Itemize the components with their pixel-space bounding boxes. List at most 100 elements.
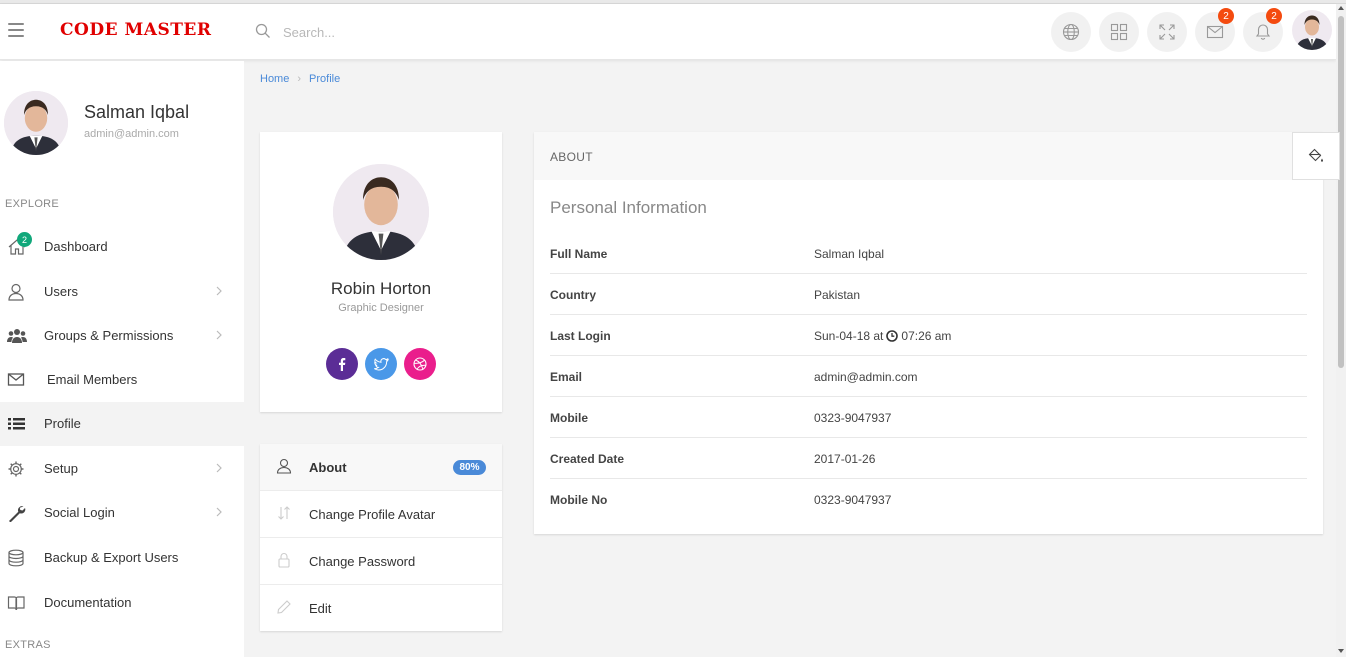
sidebar-item-dashboard[interactable]: 2 Dashboard [0,225,244,269]
twitter-icon [373,357,389,371]
fullscreen-button[interactable] [1147,12,1187,52]
last-login-time: 07:26 am [901,329,952,343]
info-row-email: Email admin@admin.com [550,356,1307,397]
facebook-button[interactable] [326,348,358,380]
dribbble-icon [413,357,427,371]
theme-customizer-button[interactable] [1292,132,1340,180]
sidebar-item-label: Email Members [47,372,138,387]
sidebar-item-label: Dashboard [44,239,108,254]
wrench-icon [9,506,26,522]
info-row-created-date: Created Date 2017-01-26 [550,438,1307,479]
sidebar-item-label: Setup [44,461,78,476]
breadcrumb-current[interactable]: Profile [309,73,340,85]
sidebar-item-email-members[interactable]: Email Members [0,358,244,402]
menu-item-about[interactable]: About 80% [260,444,502,491]
chevron-right-icon [216,286,222,296]
sidebar-user-email: admin@admin.com [84,128,179,140]
breadcrumb-home[interactable]: Home [260,73,289,85]
section-explore: EXPLORE [5,198,60,210]
messages-button[interactable]: 2 [1195,8,1235,52]
top-header: CODE MASTER 2 2 [0,4,1336,60]
apps-button[interactable] [1099,12,1139,52]
users-icon [7,329,27,343]
chevron-right-icon [216,507,222,517]
sidebar-item-backup-export[interactable]: Backup & Export Users [0,536,244,580]
lock-icon [278,553,290,568]
info-label: Last Login [550,329,611,343]
section-extras: EXTRAS [5,639,51,651]
mail-badge: 2 [1218,8,1234,24]
menu-item-change-password[interactable]: Change Password [260,538,502,585]
dashboard-badge: 2 [17,232,32,247]
info-value: 0323-9047937 [814,411,892,425]
info-value: Pakistan [814,288,861,302]
user-icon [276,458,292,474]
info-value: 2017-01-26 [814,452,876,466]
profile-role: Graphic Designer [338,302,424,314]
sidebar-item-label: Users [44,284,78,299]
last-login-date: Sun-04-18 at [814,329,884,343]
info-value: Salman Iqbal [814,247,885,261]
user-icon [8,283,24,301]
globe-icon [1062,23,1080,41]
hamburger-menu-icon[interactable] [8,23,24,37]
sidebar-user-avatar[interactable] [4,91,68,155]
sidebar-item-label: Groups & Permissions [44,328,174,343]
profile-completion-badge: 80% [453,460,486,475]
search-input[interactable] [283,20,543,44]
envelope-icon [7,373,25,386]
sidebar: Salman Iqbal admin@admin.com EXPLORE 2 D… [0,61,244,657]
chevron-right-icon [216,330,222,340]
fullscreen-icon [1159,24,1175,40]
info-row-mobile: Mobile 0323-9047937 [550,397,1307,438]
breadcrumb-separator: › [297,73,302,85]
sidebar-item-profile[interactable]: Profile [0,402,244,446]
sidebar-item-label: Social Login [44,505,115,520]
book-icon [7,596,25,611]
breadcrumb: Home › Profile [260,73,340,85]
page-scrollbar[interactable] [1336,4,1346,657]
menu-item-change-avatar[interactable]: Change Profile Avatar [260,491,502,538]
profile-card: Robin Horton Graphic Designer [260,132,502,412]
dribbble-button[interactable] [404,348,436,380]
mail-icon [1206,25,1224,39]
list-icon [8,418,25,430]
sidebar-user-name: Salman Iqbal [84,102,190,122]
info-label: Mobile No [550,493,608,507]
language-button[interactable] [1051,12,1091,52]
gear-icon [8,461,24,477]
info-label: Country [550,288,596,302]
about-title: ABOUT [550,150,593,164]
info-value: 0323-9047937 [814,493,892,507]
menu-item-label: Change Password [309,554,416,569]
chevron-right-icon [216,463,222,473]
pencil-icon [277,600,291,614]
menu-item-edit[interactable]: Edit [260,585,502,632]
info-row-last-login: Last Login Sun-04-18 at 07:26 am [550,315,1307,356]
sidebar-item-documentation[interactable]: Documentation [0,581,244,625]
profile-menu: About 80% Change Profile Avatar Change P… [260,444,502,631]
facebook-icon [339,358,346,371]
menu-item-label: Edit [309,601,332,616]
about-card-header: ABOUT [534,132,1323,180]
paint-bucket-icon [1308,148,1323,162]
transfer-icon [278,506,290,520]
info-value: admin@admin.com [814,370,918,384]
sidebar-item-groups-permissions[interactable]: Groups & Permissions [0,314,244,358]
header-user-avatar[interactable] [1292,10,1332,50]
sidebar-item-social-login[interactable]: Social Login [0,491,244,535]
sidebar-item-label: Documentation [44,595,132,610]
bell-icon [1255,24,1271,40]
notification-badge: 2 [1266,8,1282,24]
info-row-full-name: Full Name Salman Iqbal [550,233,1307,274]
profile-name: Robin Horton [330,279,432,298]
about-card: ABOUT Personal Information Full Name Sal… [534,132,1323,534]
info-label: Full Name [550,247,608,261]
twitter-button[interactable] [365,348,397,380]
notifications-button[interactable]: 2 [1243,8,1283,52]
info-row-country: Country Pakistan [550,274,1307,315]
sidebar-item-setup[interactable]: Setup [0,447,244,491]
brand-logo[interactable]: CODE MASTER [60,20,211,40]
search-box [255,20,555,44]
sidebar-item-users[interactable]: Users [0,270,244,314]
